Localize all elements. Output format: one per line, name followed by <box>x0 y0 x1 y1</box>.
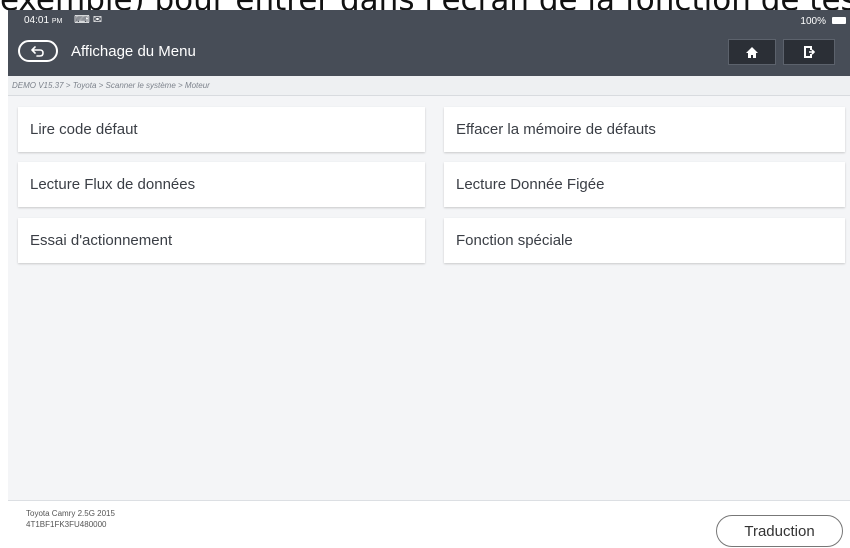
vehicle-vin: 4T1BF1FK3FU480000 <box>26 520 107 529</box>
translate-button[interactable]: Traduction <box>716 515 843 547</box>
vehicle-info: Toyota Camry 2.5G 2015 4T1BF1FK3FU480000 <box>26 508 115 530</box>
exit-icon <box>804 46 816 58</box>
status-ampm: PM <box>51 18 63 25</box>
breadcrumb: DEMO V15.37 > Toyota > Scanner le systèm… <box>8 76 850 96</box>
menu-item-freeze-frame[interactable]: Lecture Donnée Figée <box>444 162 845 207</box>
back-button[interactable] <box>18 40 58 62</box>
footer-bar: Toyota Camry 2.5G 2015 4T1BF1FK3FU480000… <box>8 500 850 548</box>
menu-grid: Lire code défaut Effacer la mémoire de d… <box>8 96 850 500</box>
status-time: 04:01 PM <box>24 15 62 26</box>
battery-icon <box>832 17 846 24</box>
exit-button[interactable] <box>783 39 835 65</box>
status-clock: 04:01 <box>24 15 50 26</box>
header-bar: 04:01 PM ⌨✉ 100% Affichage du Menu <box>8 10 850 76</box>
status-icons: ⌨✉ <box>74 13 105 26</box>
home-icon <box>746 46 758 58</box>
app-frame: 04:01 PM ⌨✉ 100% Affichage du Menu DEMO … <box>8 10 850 548</box>
back-arrow-icon <box>31 46 44 57</box>
vehicle-model: Toyota Camry 2.5G 2015 <box>26 509 115 518</box>
menu-item-clear-codes[interactable]: Effacer la mémoire de défauts <box>444 107 845 152</box>
page-title: Affichage du Menu <box>71 43 196 60</box>
menu-item-read-codes[interactable]: Lire code défaut <box>18 107 425 152</box>
wifi-icon: ⌨ <box>74 14 93 26</box>
menu-item-special-function[interactable]: Fonction spéciale <box>444 218 845 263</box>
mail-icon: ✉ <box>92 14 106 26</box>
home-button[interactable] <box>728 39 776 65</box>
menu-item-live-data[interactable]: Lecture Flux de données <box>18 162 425 207</box>
battery-percentage: 100% <box>800 16 826 27</box>
menu-item-actuation-test[interactable]: Essai d'actionnement <box>18 218 425 263</box>
